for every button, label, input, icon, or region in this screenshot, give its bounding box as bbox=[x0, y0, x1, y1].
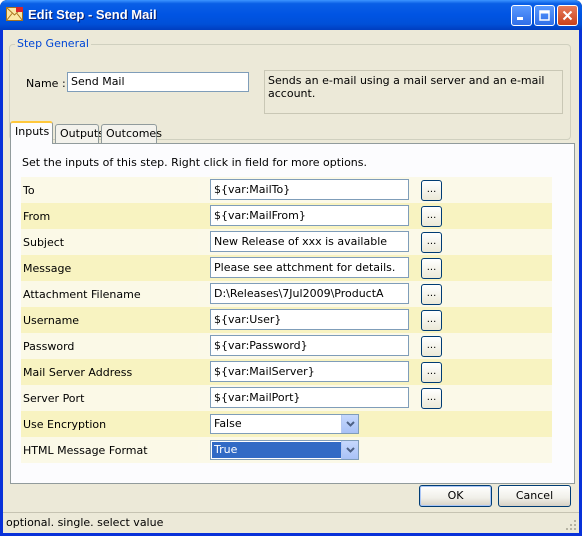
tab-outcomes[interactable]: Outcomes bbox=[101, 124, 162, 143]
username-field[interactable]: ${var:User} bbox=[210, 309, 409, 330]
row-label: Username bbox=[23, 314, 80, 327]
input-row-username: Username ${var:User} ... bbox=[21, 307, 552, 333]
resize-grip-icon[interactable] bbox=[565, 519, 577, 531]
minimize-button[interactable] bbox=[511, 5, 532, 26]
attachment-browse-button[interactable]: ... bbox=[421, 284, 442, 305]
input-row-message: Message Please see attchment for details… bbox=[21, 255, 552, 281]
input-row-html-message-format: HTML Message Format True bbox=[21, 437, 552, 463]
input-row-mail-server-address: Mail Server Address ${var:MailServer} ..… bbox=[21, 359, 552, 385]
input-row-password: Password ${var:Password} ... bbox=[21, 333, 552, 359]
close-button[interactable] bbox=[557, 5, 578, 26]
envelope-icon bbox=[6, 7, 23, 21]
from-field[interactable]: ${var:MailFrom} bbox=[210, 205, 409, 226]
inputs-tab-panel: Set the inputs of this step. Right click… bbox=[10, 143, 575, 484]
input-row-to: To ${var:MailTo} ... bbox=[21, 177, 552, 203]
minimize-icon bbox=[517, 17, 523, 20]
window-title: Edit Step - Send Mail bbox=[28, 7, 157, 22]
input-row-subject: Subject New Release of xxx is available … bbox=[21, 229, 552, 255]
from-browse-button[interactable]: ... bbox=[421, 206, 442, 227]
row-label: HTML Message Format bbox=[23, 444, 148, 457]
name-label: Name : bbox=[26, 77, 66, 90]
row-label: To bbox=[23, 184, 35, 197]
row-label: Password bbox=[23, 340, 75, 353]
subject-browse-button[interactable]: ... bbox=[421, 232, 442, 253]
password-field[interactable]: ${var:Password} bbox=[210, 335, 409, 356]
row-label: Use Encryption bbox=[23, 418, 107, 431]
maximize-button[interactable] bbox=[534, 5, 555, 26]
input-row-from: From ${var:MailFrom} ... bbox=[21, 203, 552, 229]
close-icon bbox=[562, 10, 573, 21]
input-row-server-port: Server Port ${var:MailPort} ... bbox=[21, 385, 552, 411]
password-browse-button[interactable]: ... bbox=[421, 336, 442, 357]
row-label: Message bbox=[23, 262, 72, 275]
username-browse-button[interactable]: ... bbox=[421, 310, 442, 331]
use-encryption-select[interactable]: False bbox=[210, 414, 359, 434]
title-bar[interactable]: Edit Step - Send Mail bbox=[0, 0, 582, 30]
inputs-instructions: Set the inputs of this step. Right click… bbox=[22, 156, 368, 169]
input-row-use-encryption: Use Encryption False bbox=[21, 411, 552, 437]
html-format-value: True bbox=[212, 442, 341, 458]
maximize-icon bbox=[539, 10, 550, 21]
subject-field[interactable]: New Release of xxx is available bbox=[210, 231, 409, 252]
html-format-dropdown-button[interactable] bbox=[341, 441, 358, 459]
row-label: Subject bbox=[23, 236, 65, 249]
row-label: Mail Server Address bbox=[23, 366, 133, 379]
html-format-select[interactable]: True bbox=[210, 440, 359, 460]
edit-step-window: Edit Step - Send Mail Name : Send Mail S… bbox=[0, 0, 582, 536]
server-port-field[interactable]: ${var:MailPort} bbox=[210, 387, 409, 408]
use-encryption-dropdown-button[interactable] bbox=[341, 415, 358, 433]
ok-button[interactable]: OK bbox=[419, 485, 492, 507]
tab-outputs[interactable]: Outputs bbox=[55, 124, 104, 143]
use-encryption-value: False bbox=[214, 417, 242, 430]
message-browse-button[interactable]: ... bbox=[421, 258, 442, 279]
to-field[interactable]: ${var:MailTo} bbox=[210, 179, 409, 200]
dialog-client-area: Name : Send Mail Sends an e-mail using a… bbox=[3, 30, 579, 533]
tab-inputs[interactable]: Inputs bbox=[10, 121, 53, 144]
row-label: Server Port bbox=[23, 392, 85, 405]
step-description: Sends an e-mail using a mail server and … bbox=[264, 70, 563, 114]
status-text: optional. single. select value bbox=[6, 516, 164, 529]
cancel-button[interactable]: Cancel bbox=[498, 485, 571, 507]
to-browse-button[interactable]: ... bbox=[421, 180, 442, 201]
row-label: From bbox=[23, 210, 51, 223]
row-label: Attachment Filename bbox=[23, 288, 141, 301]
message-field[interactable]: Please see attchment for details. bbox=[210, 257, 409, 278]
chevron-down-icon bbox=[345, 447, 355, 453]
status-bar: optional. single. select value bbox=[3, 512, 579, 533]
step-general-legend: Step General bbox=[15, 37, 91, 50]
mail-server-browse-button[interactable]: ... bbox=[421, 362, 442, 383]
mail-server-field[interactable]: ${var:MailServer} bbox=[210, 361, 409, 382]
server-port-browse-button[interactable]: ... bbox=[421, 388, 442, 409]
attachment-filename-field[interactable]: D:\Releases\7Jul2009\ProductA bbox=[210, 283, 409, 304]
chevron-down-icon bbox=[345, 421, 355, 427]
name-input[interactable]: Send Mail bbox=[67, 72, 249, 92]
input-row-attachment-filename: Attachment Filename D:\Releases\7Jul2009… bbox=[21, 281, 552, 307]
